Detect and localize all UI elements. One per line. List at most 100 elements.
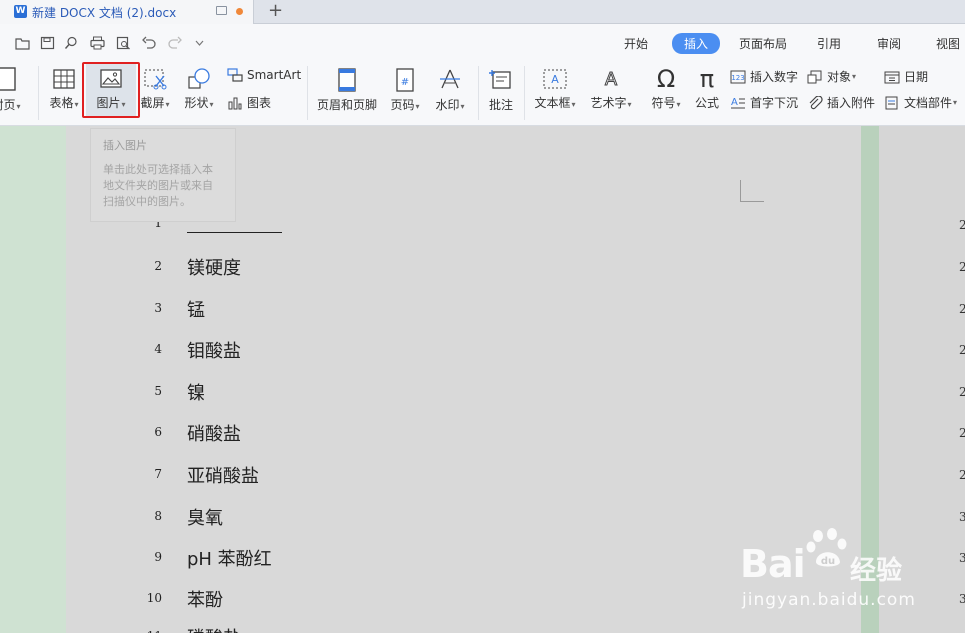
line-text[interactable]: 硝酸盐 [187, 420, 241, 446]
ribbon-separator [478, 66, 479, 120]
blank-underline [187, 232, 282, 233]
menu-page-layout[interactable]: 页面布局 [739, 35, 787, 52]
line-text[interactable]: 苯酚 [187, 586, 223, 612]
insert-picture-tooltip: 插入图片 单击此处可选择插入本 地文件夹的图片或来自 扫描仪中的图片。 [90, 128, 236, 222]
doc-parts-label: 文档部件 [904, 96, 953, 110]
smartart-button[interactable]: SmartArt [227, 68, 301, 82]
date-button[interactable]: 日期 [884, 68, 928, 85]
object-icon [807, 70, 822, 83]
screenshot-icon [144, 69, 167, 90]
monitor-icon[interactable] [216, 6, 227, 15]
wordart-icon: A [604, 69, 618, 91]
comment-button[interactable]: 批注 [484, 68, 518, 113]
right-line-number: 3 [959, 510, 965, 524]
undo-icon[interactable] [142, 35, 157, 49]
line-text[interactable]: 钼酸盐 [187, 337, 241, 363]
redo-icon[interactable] [167, 35, 182, 49]
object-label: 对象 [827, 70, 852, 84]
table-label: 表格 [49, 96, 74, 110]
svg-text:A: A [731, 97, 738, 108]
doc-parts-button[interactable]: 文档部件 ▾ [884, 94, 957, 111]
line-text[interactable]: 磷酸盐 [187, 624, 241, 633]
header-footer-button[interactable]: 页眉和页脚 [314, 68, 380, 113]
save-icon[interactable] [40, 35, 55, 50]
right-line-number: 3 [959, 551, 965, 565]
screenshot-button[interactable]: 截屏▾ [136, 68, 174, 111]
document-tab[interactable]: W 新建 DOCX 文档 (2).docx [0, 0, 254, 24]
drop-cap-button[interactable]: A 首字下沉 [730, 94, 798, 111]
right-line-number: 2 [959, 468, 965, 482]
line-text[interactable]: 锰 [187, 296, 205, 322]
wordart-button[interactable]: A 艺术字▾ [586, 68, 636, 111]
line-text[interactable]: pH 苯酚红 [187, 545, 272, 571]
svg-text:A: A [605, 69, 618, 90]
right-line-number: 2 [959, 260, 965, 274]
watermark-label: 水印 [435, 98, 460, 112]
line-number: 6 [154, 425, 162, 439]
menu-review[interactable]: 审阅 [877, 35, 901, 52]
baidu-watermark: du Bai 经验 jingyan.baidu.com [740, 528, 915, 612]
date-label: 日期 [904, 70, 929, 84]
screenshot-label: 截屏 [140, 96, 165, 110]
ribbon-separator [307, 66, 308, 120]
comment-icon [489, 70, 511, 89]
wordart-label: 艺术字 [590, 96, 627, 110]
right-line-number: 2 [959, 302, 965, 316]
watermark-button[interactable]: 水印▾ [430, 68, 470, 113]
object-button[interactable]: 对象 ▾ [807, 68, 856, 85]
left-margin-area [0, 126, 66, 633]
ribbon-separator [38, 66, 39, 120]
menu-view[interactable]: 视图 [936, 35, 960, 52]
line-number: 2 [154, 259, 162, 273]
page-number-icon: # [396, 68, 414, 92]
textbox-label: 文本框 [534, 96, 571, 110]
attachment-button[interactable]: 插入附件 [807, 94, 875, 111]
watermark-icon [440, 69, 460, 89]
smartart-icon [227, 68, 243, 82]
smartart-label: SmartArt [247, 68, 302, 82]
baidu-brand: Bai [740, 542, 806, 586]
page-number-button[interactable]: # 页码▾ [386, 68, 424, 113]
insert-number-button[interactable]: 123 插入数字 [730, 68, 798, 85]
find-icon[interactable] [64, 35, 79, 49]
right-line-number: 2 [959, 343, 965, 357]
unsaved-dot-icon [236, 8, 243, 15]
shape-button[interactable]: 形状▾ [180, 68, 218, 111]
page-number-label: 页码 [390, 98, 415, 112]
svg-text:du: du [821, 556, 835, 567]
print-preview-icon[interactable] [116, 35, 131, 50]
line-number: 8 [154, 509, 162, 523]
table-button[interactable]: 表格▾ [46, 68, 82, 111]
baidu-paw-icon: du [806, 528, 847, 567]
open-folder-icon[interactable] [15, 35, 30, 50]
line-text[interactable]: 镁硬度 [187, 254, 241, 280]
number-123-icon: 123 [730, 70, 746, 83]
line-number: 9 [154, 550, 162, 564]
menu-references[interactable]: 引用 [817, 35, 841, 52]
textbox-button[interactable]: A 文本框▾ [530, 68, 580, 111]
menu-insert[interactable]: 插入 [672, 33, 721, 54]
line-text[interactable]: 臭氧 [187, 504, 223, 530]
print-icon[interactable] [90, 35, 105, 50]
cover-page-button[interactable]: 封页▾ [0, 66, 26, 113]
wps-writer-icon: W [14, 5, 27, 18]
line-text[interactable]: 镍 [187, 379, 205, 405]
symbol-label: 符号 [651, 96, 676, 110]
equation-label: 公式 [694, 96, 719, 110]
equation-button[interactable]: π 公式 [690, 66, 724, 111]
symbol-button[interactable]: Ω 符号▾ [644, 66, 688, 111]
drop-cap-label: 首字下沉 [750, 96, 799, 110]
menu-home[interactable]: 开始 [624, 35, 648, 52]
picture-highlight-box [82, 62, 140, 118]
tab-bar: W 新建 DOCX 文档 (2).docx + [0, 0, 965, 24]
line-number: 7 [154, 467, 162, 481]
pi-icon: π [699, 65, 715, 93]
calendar-icon [884, 71, 900, 83]
tooltip-title: 插入图片 [103, 139, 147, 152]
shape-icon [188, 68, 210, 89]
more-chevron-icon[interactable] [192, 35, 207, 49]
chart-button[interactable]: 图表 [227, 94, 271, 111]
new-tab-button[interactable]: + [268, 0, 283, 22]
line-text[interactable]: 亚硝酸盐 [187, 462, 259, 488]
insert-ribbon: 封页▾ 表格▾ 图片▾ 截屏▾ 形状▾ SmartArt 图表 页眉和页脚 # … [0, 60, 965, 126]
